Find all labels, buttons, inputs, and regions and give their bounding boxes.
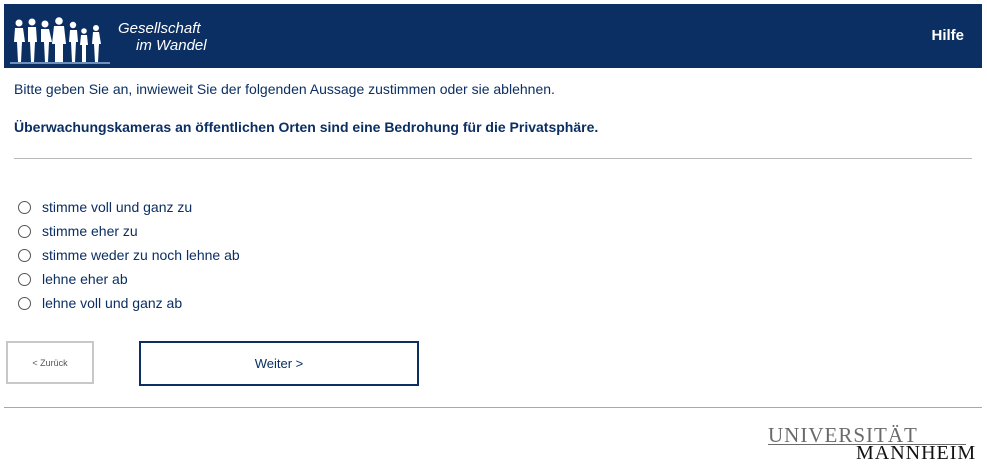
logo-wordmark: Gesellschaft im Wandel bbox=[118, 20, 207, 54]
bottom-divider bbox=[4, 407, 982, 408]
option-lehne-voll-und-ganz-ab[interactable]: lehne voll und ganz ab bbox=[18, 291, 240, 315]
university-name-line2: MANNHEIM bbox=[856, 442, 977, 464]
back-button[interactable]: < Zurück bbox=[6, 341, 94, 384]
question-text: Überwachungskameras an öffentlichen Orte… bbox=[14, 119, 599, 135]
next-button[interactable]: Weiter > bbox=[139, 341, 419, 386]
logo-text-line1: Gesellschaft bbox=[118, 20, 201, 37]
option-stimme-voll-und-ganz-zu[interactable]: stimme voll und ganz zu bbox=[18, 195, 240, 219]
radio-button[interactable] bbox=[18, 200, 31, 214]
instruction-text: Bitte geben Sie an, inwieweit Sie der fo… bbox=[14, 81, 555, 97]
option-label: stimme eher zu bbox=[42, 223, 138, 239]
radio-button[interactable] bbox=[18, 248, 31, 262]
option-lehne-eher-ab[interactable]: lehne eher ab bbox=[18, 267, 240, 291]
option-label: stimme voll und ganz zu bbox=[42, 199, 193, 215]
option-label: lehne eher ab bbox=[42, 271, 128, 287]
people-silhouettes-icon bbox=[10, 17, 110, 64]
logo-text-line2: im Wandel bbox=[136, 37, 207, 54]
radio-button[interactable] bbox=[18, 272, 31, 286]
gesellschaft-im-wandel-logo: Gesellschaft im Wandel bbox=[10, 10, 240, 66]
radio-button[interactable] bbox=[18, 296, 31, 310]
option-stimme-eher-zu[interactable]: stimme eher zu bbox=[18, 219, 240, 243]
option-stimme-weder-zu-noch-lehne-ab[interactable]: stimme weder zu noch lehne ab bbox=[18, 243, 240, 267]
option-label: lehne voll und ganz ab bbox=[42, 295, 183, 311]
top-divider bbox=[14, 158, 972, 159]
answer-options: stimme voll und ganz zu stimme eher zu s… bbox=[18, 195, 240, 315]
option-label: stimme weder zu noch lehne ab bbox=[42, 247, 240, 263]
universitaet-mannheim-logo: UNIVERSITÄT MANNHEIM bbox=[768, 424, 975, 464]
radio-button[interactable] bbox=[18, 224, 31, 238]
survey-page: Gesellschaft im Wandel Hilfe Bitte geben… bbox=[0, 0, 987, 469]
help-link[interactable]: Hilfe bbox=[931, 27, 964, 44]
header-bar: Gesellschaft im Wandel Hilfe bbox=[4, 4, 982, 68]
